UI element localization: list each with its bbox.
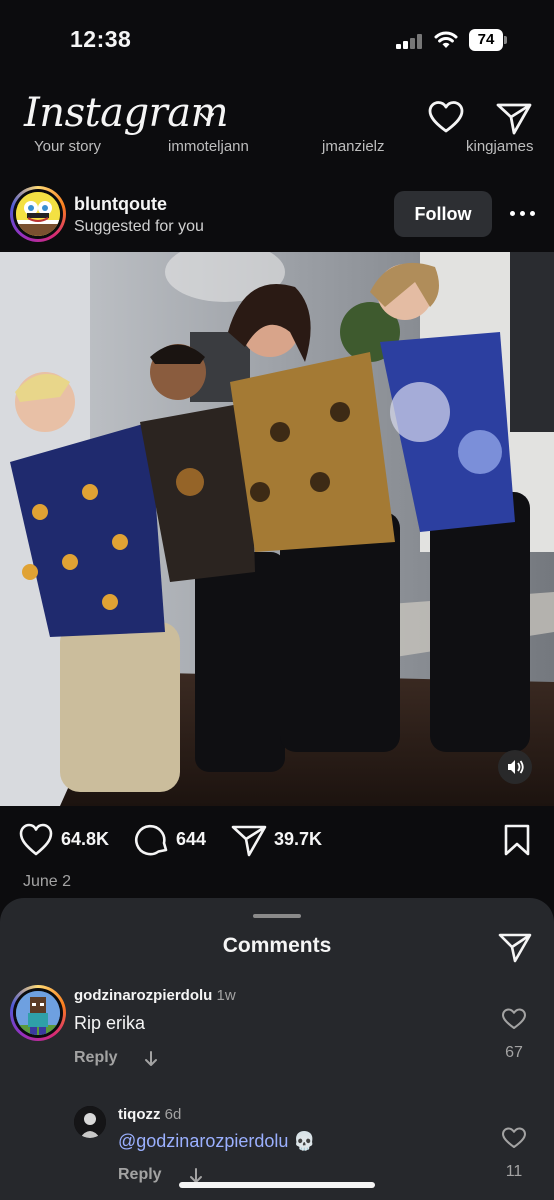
follow-button[interactable]: Follow [394,191,492,237]
bookmark-icon[interactable] [502,820,532,860]
suggested-label: Suggested for you [74,218,204,235]
sheet-grabber[interactable] [253,914,301,918]
story-label[interactable]: kingjames [466,140,534,155]
avatar[interactable] [10,186,66,242]
heart-icon[interactable] [18,820,54,860]
stories-row[interactable]: Your story immoteljann jmanzielz kingjam… [0,140,554,158]
heart-icon[interactable] [501,1007,527,1031]
battery-level: 74 [469,29,503,51]
speech-bubble-icon[interactable] [134,820,170,860]
comment-username[interactable]: tiqozz 6d [118,1106,181,1123]
heart-icon[interactable] [501,1126,527,1150]
comments-title: Comments [222,934,332,957]
status-bar: 12:38 74 [0,0,554,80]
comment-like-count: 11 [505,1163,523,1180]
share-count[interactable]: 39.7K [274,829,322,850]
story-label[interactable]: jmanzielz [322,140,385,155]
comment-time: 6d [164,1106,182,1123]
comment-text: Rip erika [74,1013,146,1033]
comment-text: @godzinarozpierdolu 💀 [118,1131,316,1152]
post-date: June 2 [23,873,72,890]
comments-sheet: Comments godzinarozpierdolu 1w Rip erika… [0,898,554,1200]
wifi-icon [434,31,458,48]
reply-button[interactable]: Reply [118,1166,162,1184]
more-horizontal-icon[interactable] [508,205,538,221]
comment-count[interactable]: 644 [176,829,206,850]
post-username[interactable]: bluntqoute [74,194,167,215]
comment-user-text[interactable]: godzinarozpierdolu [74,987,212,1004]
heart-icon[interactable] [427,100,465,134]
paper-plane-icon[interactable] [495,100,533,136]
arrow-down-icon[interactable] [143,1050,159,1068]
chevron-down-icon[interactable] [198,110,216,124]
story-label[interactable]: immoteljann [168,140,249,155]
commenter-avatar[interactable] [74,1106,106,1138]
comment-like-count: 67 [505,1044,523,1061]
status-time: 12:38 [70,26,132,52]
home-indicator[interactable] [179,1182,375,1188]
post-image[interactable] [0,252,554,806]
mention-link[interactable]: @godzinarozpierdolu [118,1131,288,1151]
comment-time: 1w [216,987,236,1004]
cellular-signal-icon [396,33,426,49]
post-actions: 64.8K 644 39.7K [0,818,554,862]
skull-emoji: 💀 [293,1131,316,1151]
post-header: bluntqoute Suggested for you Follow [0,180,554,250]
story-label[interactable]: Your story [34,140,101,155]
comment-username[interactable]: godzinarozpierdolu 1w [74,987,236,1004]
paper-plane-icon[interactable] [230,820,268,860]
reply-button[interactable]: Reply [74,1049,118,1067]
battery-icon: 74 [469,29,507,51]
paper-plane-icon[interactable] [497,930,533,964]
comment-user-text[interactable]: tiqozz [118,1106,161,1123]
speaker-icon[interactable] [498,750,532,784]
like-count[interactable]: 64.8K [61,829,109,850]
commenter-avatar[interactable] [10,985,66,1041]
